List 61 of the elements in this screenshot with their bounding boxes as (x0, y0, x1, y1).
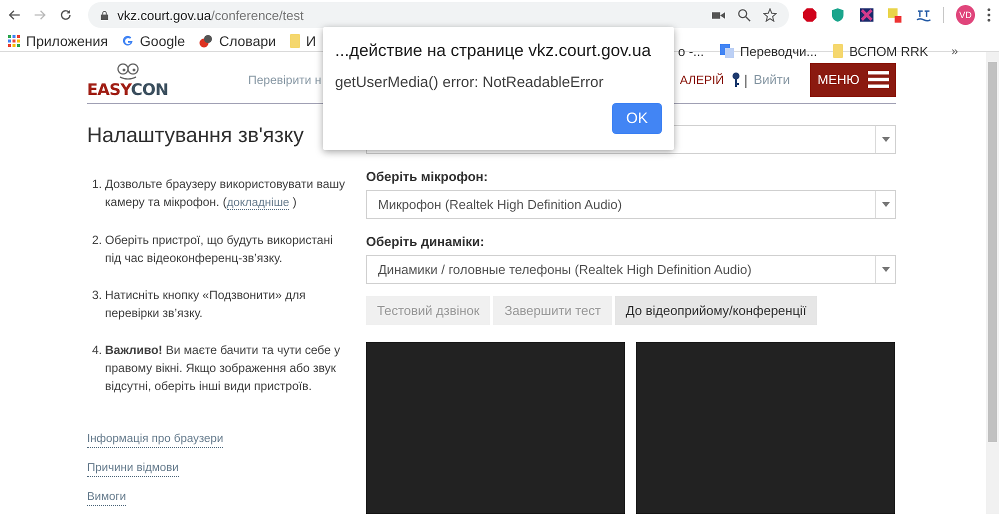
dialog-message: getUserMedia() error: NotReadableError (335, 74, 604, 91)
details-link[interactable]: докладніше (226, 197, 290, 210)
device-select[interactable]: Динамики / головные телефоны (Realtek High Definition Audio) (366, 255, 896, 284)
action-button[interactable]: До відеоприйому/конференції (614, 296, 818, 325)
step-text: Оберіть пристрої, що будуть використані під час відеоконференц-зв’язку. (105, 232, 334, 267)
lock-icon (100, 10, 110, 20)
camera-icon[interactable] (712, 10, 725, 20)
star-icon[interactable] (762, 8, 777, 22)
apps-grid-icon (8, 34, 20, 46)
reload-icon[interactable] (58, 8, 72, 22)
select-label: Оберіть динаміки: (366, 234, 486, 249)
cross-icon[interactable] (858, 7, 874, 23)
step-text: Натисніть кнопку «Подзвонити» для перевірки зв’язку. (105, 287, 307, 322)
shield-icon[interactable] (830, 7, 846, 23)
step-number: 2. (92, 232, 104, 249)
bookmark[interactable]: Переводчи... (720, 44, 818, 58)
translate-icon (720, 44, 734, 58)
key-icon[interactable] (732, 72, 740, 88)
google-g-icon (122, 34, 134, 46)
address-path: /conference/test (211, 8, 304, 22)
more-bookmarks[interactable]: » (951, 44, 958, 58)
logo[interactable]: EASYCON (87, 60, 168, 99)
folder-icon (290, 34, 300, 48)
bookmark[interactable]: Google (122, 32, 186, 48)
separator: | (744, 72, 748, 88)
info-link[interactable]: Вимоги (87, 489, 126, 506)
profile-avatar[interactable]: VD (956, 5, 976, 25)
scrollbar-thumb[interactable] (988, 62, 997, 442)
caret-icon (882, 267, 890, 272)
menu-button[interactable]: МЕНЮ (810, 62, 896, 96)
dialog-title: ...действие на странице vkz.court.gov.ua (335, 41, 652, 61)
page-title: Налаштування зв'язку (87, 124, 305, 148)
menu-icon (868, 71, 889, 88)
stop-sign-icon[interactable] (802, 7, 818, 23)
info-link[interactable]: Інформація про браузери (87, 431, 224, 448)
device-select[interactable]: Микрофон (Realtek High Definition Audio) (366, 190, 896, 219)
bookmark[interactable]: ВСПОМ RRK (833, 44, 928, 58)
info-link[interactable]: Причини відмови (87, 460, 179, 477)
caret-icon (882, 202, 890, 207)
step-text: Дозвольте браузеру використовувати вашу камеру та мікрофон. (докладніше ) (105, 176, 346, 212)
bookmark[interactable]: И (290, 32, 316, 48)
caret-icon (882, 137, 890, 142)
address-bar[interactable]: vkz.court.gov.ua/conference/test (88, 2, 789, 28)
address-host: vkz.court.gov.ua (117, 8, 212, 22)
back-icon[interactable] (8, 8, 22, 22)
step-text: Важливо! Ви маєте бачити та чути себе у правому вікні. Якщо зображення або звук відсутні, оберіть інші види пристроїв. (105, 342, 342, 395)
step-number: 1. (92, 176, 104, 193)
select-label: Оберіть мікрофон: (366, 169, 489, 184)
extension-icon[interactable] (887, 7, 902, 23)
dictionary-icon (199, 34, 214, 48)
folder-icon (833, 44, 844, 58)
zoom-icon[interactable] (736, 8, 751, 22)
ok-button[interactable]: OK (612, 103, 662, 134)
step-number: 4. (92, 342, 104, 359)
scrollbar[interactable] (986, 52, 999, 514)
bookmark[interactable]: Словари (199, 32, 276, 48)
bookmark[interactable]: о -... (678, 44, 704, 58)
step-number: 3. (92, 287, 104, 304)
more-icon[interactable] (987, 8, 991, 22)
nav-link[interactable]: АЛЕРІЙ (680, 72, 724, 86)
bookmark[interactable]: Приложения (8, 32, 108, 48)
